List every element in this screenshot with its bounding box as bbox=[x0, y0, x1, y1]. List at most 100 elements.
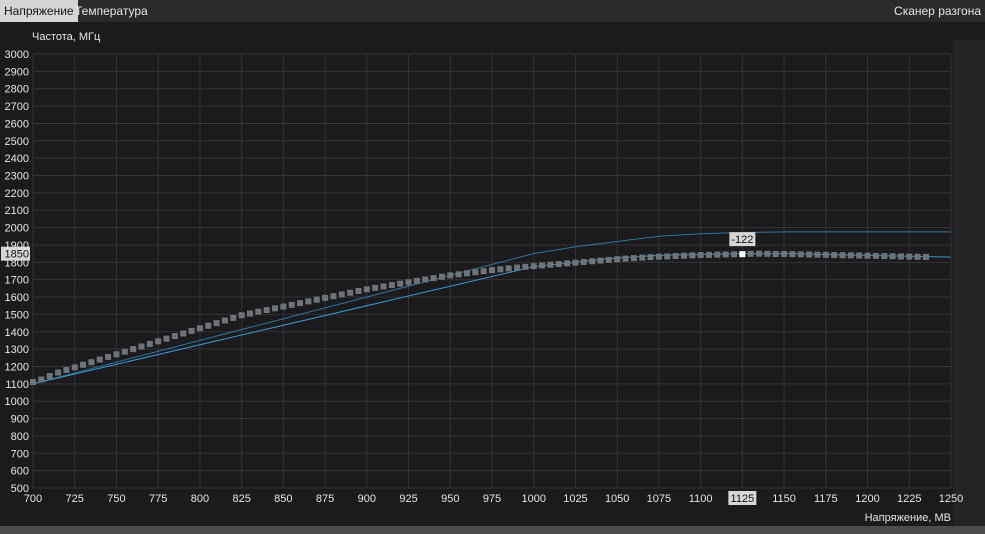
curve-point[interactable] bbox=[130, 346, 137, 353]
curve-point[interactable] bbox=[105, 353, 112, 360]
curve-point[interactable] bbox=[238, 312, 245, 319]
curve-point[interactable] bbox=[246, 310, 253, 317]
curve-point[interactable] bbox=[113, 351, 120, 358]
curve-point[interactable] bbox=[906, 253, 913, 260]
curve-point[interactable] bbox=[889, 253, 896, 260]
curve-point[interactable] bbox=[664, 253, 671, 260]
curve-point[interactable] bbox=[472, 269, 479, 276]
curve-point[interactable] bbox=[455, 271, 462, 278]
curve-point[interactable] bbox=[80, 361, 87, 368]
curve-point-selected[interactable] bbox=[739, 251, 746, 258]
curve-point[interactable] bbox=[380, 283, 387, 290]
curve-point[interactable] bbox=[422, 276, 429, 283]
curve-point[interactable] bbox=[180, 330, 187, 337]
curve-point[interactable] bbox=[221, 317, 228, 324]
curve-point[interactable] bbox=[447, 272, 454, 279]
curve-point[interactable] bbox=[605, 256, 612, 263]
curve-point[interactable] bbox=[622, 255, 629, 262]
curve-point[interactable] bbox=[647, 254, 654, 261]
voltage-frequency-chart[interactable]: 5006007008009001000110012001300140015001… bbox=[0, 0, 985, 534]
curve-point[interactable] bbox=[514, 264, 521, 271]
curve-point[interactable] bbox=[522, 263, 529, 270]
curve-point[interactable] bbox=[614, 256, 621, 263]
curve-point[interactable] bbox=[789, 251, 796, 258]
curve-point[interactable] bbox=[196, 325, 203, 332]
curve-point[interactable] bbox=[731, 251, 738, 258]
curve-point[interactable] bbox=[864, 252, 871, 259]
curve-point[interactable] bbox=[489, 267, 495, 274]
curve-point[interactable] bbox=[847, 252, 854, 259]
curve-point[interactable] bbox=[580, 258, 587, 265]
curve-point[interactable] bbox=[547, 261, 554, 268]
curve-point[interactable] bbox=[330, 293, 337, 300]
curve-point[interactable] bbox=[897, 253, 904, 260]
curve-points[interactable] bbox=[30, 250, 929, 386]
curve-point[interactable] bbox=[856, 252, 863, 259]
curve-point[interactable] bbox=[714, 251, 721, 258]
curve-point[interactable] bbox=[597, 257, 604, 264]
curve-point[interactable] bbox=[288, 301, 295, 308]
curve-point[interactable] bbox=[155, 338, 162, 345]
curve-point[interactable] bbox=[555, 261, 562, 268]
curve-point[interactable] bbox=[689, 252, 696, 259]
curve-point[interactable] bbox=[747, 250, 754, 257]
curve-point[interactable] bbox=[655, 253, 662, 260]
curve-point[interactable] bbox=[96, 356, 103, 363]
curve-point[interactable] bbox=[171, 333, 178, 340]
curve-point[interactable] bbox=[146, 340, 153, 347]
curve-point[interactable] bbox=[881, 253, 888, 260]
curve-point[interactable] bbox=[505, 265, 512, 272]
curve-point[interactable] bbox=[781, 250, 788, 257]
curve-point[interactable] bbox=[213, 320, 220, 327]
curve-point[interactable] bbox=[46, 373, 53, 380]
curve-point[interactable] bbox=[347, 289, 354, 296]
curve-point[interactable] bbox=[322, 294, 329, 301]
curve-point[interactable] bbox=[363, 286, 370, 293]
curve-point[interactable] bbox=[697, 252, 704, 259]
curve-point[interactable] bbox=[121, 348, 128, 355]
curve-point[interactable] bbox=[355, 287, 362, 294]
curve-point[interactable] bbox=[564, 260, 571, 267]
curve-point[interactable] bbox=[63, 366, 70, 373]
curve-point[interactable] bbox=[497, 266, 504, 273]
curve-point[interactable] bbox=[405, 279, 412, 286]
curve-point[interactable] bbox=[705, 251, 712, 258]
curve-point[interactable] bbox=[55, 369, 62, 376]
curve-point[interactable] bbox=[463, 270, 470, 277]
curve-point[interactable] bbox=[772, 250, 779, 257]
curve-point[interactable] bbox=[280, 303, 287, 310]
curve-point[interactable] bbox=[305, 298, 312, 305]
curve-point[interactable] bbox=[438, 273, 445, 280]
curve-point[interactable] bbox=[630, 255, 637, 262]
curve-point[interactable] bbox=[722, 251, 729, 258]
curve-point[interactable] bbox=[230, 314, 237, 321]
curve-point[interactable] bbox=[672, 253, 679, 260]
curve-point[interactable] bbox=[797, 251, 804, 258]
curve-point[interactable] bbox=[372, 284, 379, 291]
curve-point[interactable] bbox=[30, 379, 36, 386]
curve-point[interactable] bbox=[163, 335, 170, 342]
curve-point[interactable] bbox=[480, 268, 487, 275]
curve-point[interactable] bbox=[639, 254, 646, 261]
curve-point[interactable] bbox=[430, 275, 437, 282]
curve-point[interactable] bbox=[589, 258, 596, 265]
curve-point[interactable] bbox=[839, 252, 846, 259]
curve-point[interactable] bbox=[38, 376, 45, 383]
curve-point[interactable] bbox=[138, 343, 145, 350]
curve-point[interactable] bbox=[297, 300, 304, 307]
curve-point[interactable] bbox=[263, 307, 270, 314]
curve-point[interactable] bbox=[822, 251, 829, 258]
curve-point[interactable] bbox=[680, 252, 687, 259]
curve-point[interactable] bbox=[914, 253, 921, 260]
curve-point[interactable] bbox=[188, 327, 195, 334]
curve-point[interactable] bbox=[388, 282, 395, 289]
curve-point[interactable] bbox=[922, 253, 929, 260]
curve-point[interactable] bbox=[572, 259, 579, 266]
curve-point[interactable] bbox=[272, 305, 279, 312]
curve-point[interactable] bbox=[255, 308, 262, 315]
curve-point[interactable] bbox=[71, 364, 78, 371]
curve-point[interactable] bbox=[814, 251, 821, 258]
curve-point[interactable] bbox=[530, 263, 537, 270]
curve-point[interactable] bbox=[88, 359, 95, 366]
curve-point[interactable] bbox=[397, 280, 404, 287]
